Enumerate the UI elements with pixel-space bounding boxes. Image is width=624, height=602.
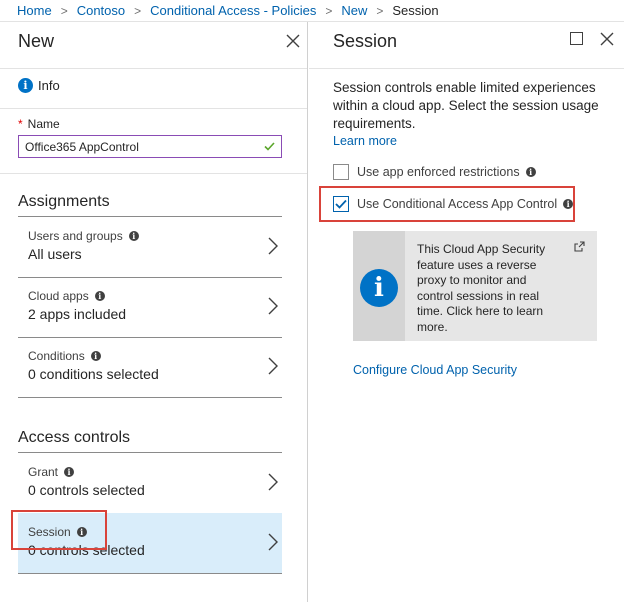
- required-mark: *: [18, 117, 23, 131]
- cloud-app-security-card[interactable]: i This Cloud App Security feature uses a…: [353, 231, 597, 341]
- row-label: Grant i: [28, 465, 75, 479]
- learn-more-link[interactable]: Learn more: [333, 134, 397, 148]
- divider: [309, 68, 624, 69]
- breadcrumb-separator: >: [60, 3, 68, 18]
- row-label: Cloud apps i: [28, 289, 105, 303]
- conditions-row[interactable]: Conditions i 0 conditions selected: [18, 337, 282, 397]
- divider: [18, 397, 282, 398]
- chevron-right-icon: [268, 357, 278, 375]
- breadcrumb-separator: >: [325, 3, 333, 18]
- breadcrumb: Home > Contoso > Conditional Access - Po…: [0, 0, 624, 22]
- info-label: Info: [38, 78, 60, 93]
- chevron-right-icon: [268, 533, 278, 551]
- blade-title: Session: [333, 31, 398, 51]
- card-text: This Cloud App Security feature uses a r…: [417, 242, 546, 334]
- row-label-text: Users and groups: [28, 229, 123, 243]
- card-icon-area: i: [353, 231, 405, 341]
- row-label-text: Conditions: [28, 349, 85, 363]
- close-icon[interactable]: [600, 32, 614, 46]
- new-policy-blade: New i Info * Name Office365 AppControl As…: [0, 22, 308, 602]
- close-icon[interactable]: [286, 34, 300, 48]
- maximize-icon[interactable]: [570, 32, 583, 45]
- chevron-right-icon: [268, 237, 278, 255]
- name-label: * Name: [18, 117, 60, 131]
- breadcrumb-new[interactable]: New: [341, 3, 367, 18]
- checkmark-icon: [264, 142, 275, 151]
- row-value: 0 controls selected: [28, 482, 145, 498]
- row-value: 0 conditions selected: [28, 366, 159, 382]
- access-controls-title: Access controls: [18, 429, 131, 446]
- session-highlight: [11, 510, 107, 550]
- breadcrumb-separator: >: [376, 3, 384, 18]
- option-label: Use app enforced restrictions: [357, 165, 520, 179]
- row-label: Conditions i: [28, 349, 101, 363]
- row-label: Users and groups i: [28, 229, 139, 243]
- info-icon[interactable]: i: [90, 351, 101, 361]
- app-enforced-option: Use app enforced restrictions i: [333, 164, 536, 180]
- name-label-text: Name: [27, 117, 60, 131]
- row-label-text: Cloud apps: [28, 289, 89, 303]
- breadcrumb-contoso[interactable]: Contoso: [77, 3, 125, 18]
- configure-cloud-app-security-link[interactable]: Configure Cloud App Security: [353, 363, 517, 377]
- external-link-icon: [574, 241, 585, 252]
- grant-row[interactable]: Grant i 0 controls selected: [18, 453, 282, 513]
- info-link[interactable]: i Info: [18, 78, 60, 93]
- info-icon[interactable]: i: [128, 231, 139, 241]
- info-icon: i: [18, 78, 33, 93]
- info-icon: i: [360, 269, 398, 307]
- divider: [0, 68, 307, 69]
- row-label-text: Grant: [28, 465, 59, 479]
- row-value: 2 apps included: [28, 306, 127, 322]
- name-input[interactable]: Office365 AppControl: [18, 135, 282, 158]
- app-control-highlight: [319, 186, 575, 222]
- chevron-right-icon: [268, 297, 278, 315]
- name-input-value: Office365 AppControl: [25, 139, 139, 154]
- breadcrumb-home[interactable]: Home: [17, 3, 52, 18]
- divider: [0, 173, 307, 174]
- breadcrumb-policies[interactable]: Conditional Access - Policies: [150, 3, 316, 18]
- users-and-groups-row[interactable]: Users and groups i All users: [18, 217, 282, 277]
- divider: [0, 108, 307, 109]
- session-description: Session controls enable limited experien…: [333, 80, 599, 131]
- cloud-apps-row[interactable]: Cloud apps i 2 apps included: [18, 277, 282, 337]
- info-icon[interactable]: i: [64, 467, 75, 477]
- assignments-title: Assignments: [18, 193, 110, 210]
- breadcrumb-current: Session: [392, 3, 439, 18]
- breadcrumb-separator: >: [134, 3, 142, 18]
- chevron-right-icon: [268, 473, 278, 491]
- session-blade: Session Session controls enable limited …: [309, 22, 624, 602]
- divider: [18, 573, 282, 574]
- info-icon[interactable]: i: [94, 291, 105, 301]
- row-value: All users: [28, 246, 82, 262]
- app-enforced-checkbox[interactable]: [333, 164, 349, 180]
- blade-title: New: [18, 31, 55, 51]
- info-icon[interactable]: i: [525, 167, 536, 177]
